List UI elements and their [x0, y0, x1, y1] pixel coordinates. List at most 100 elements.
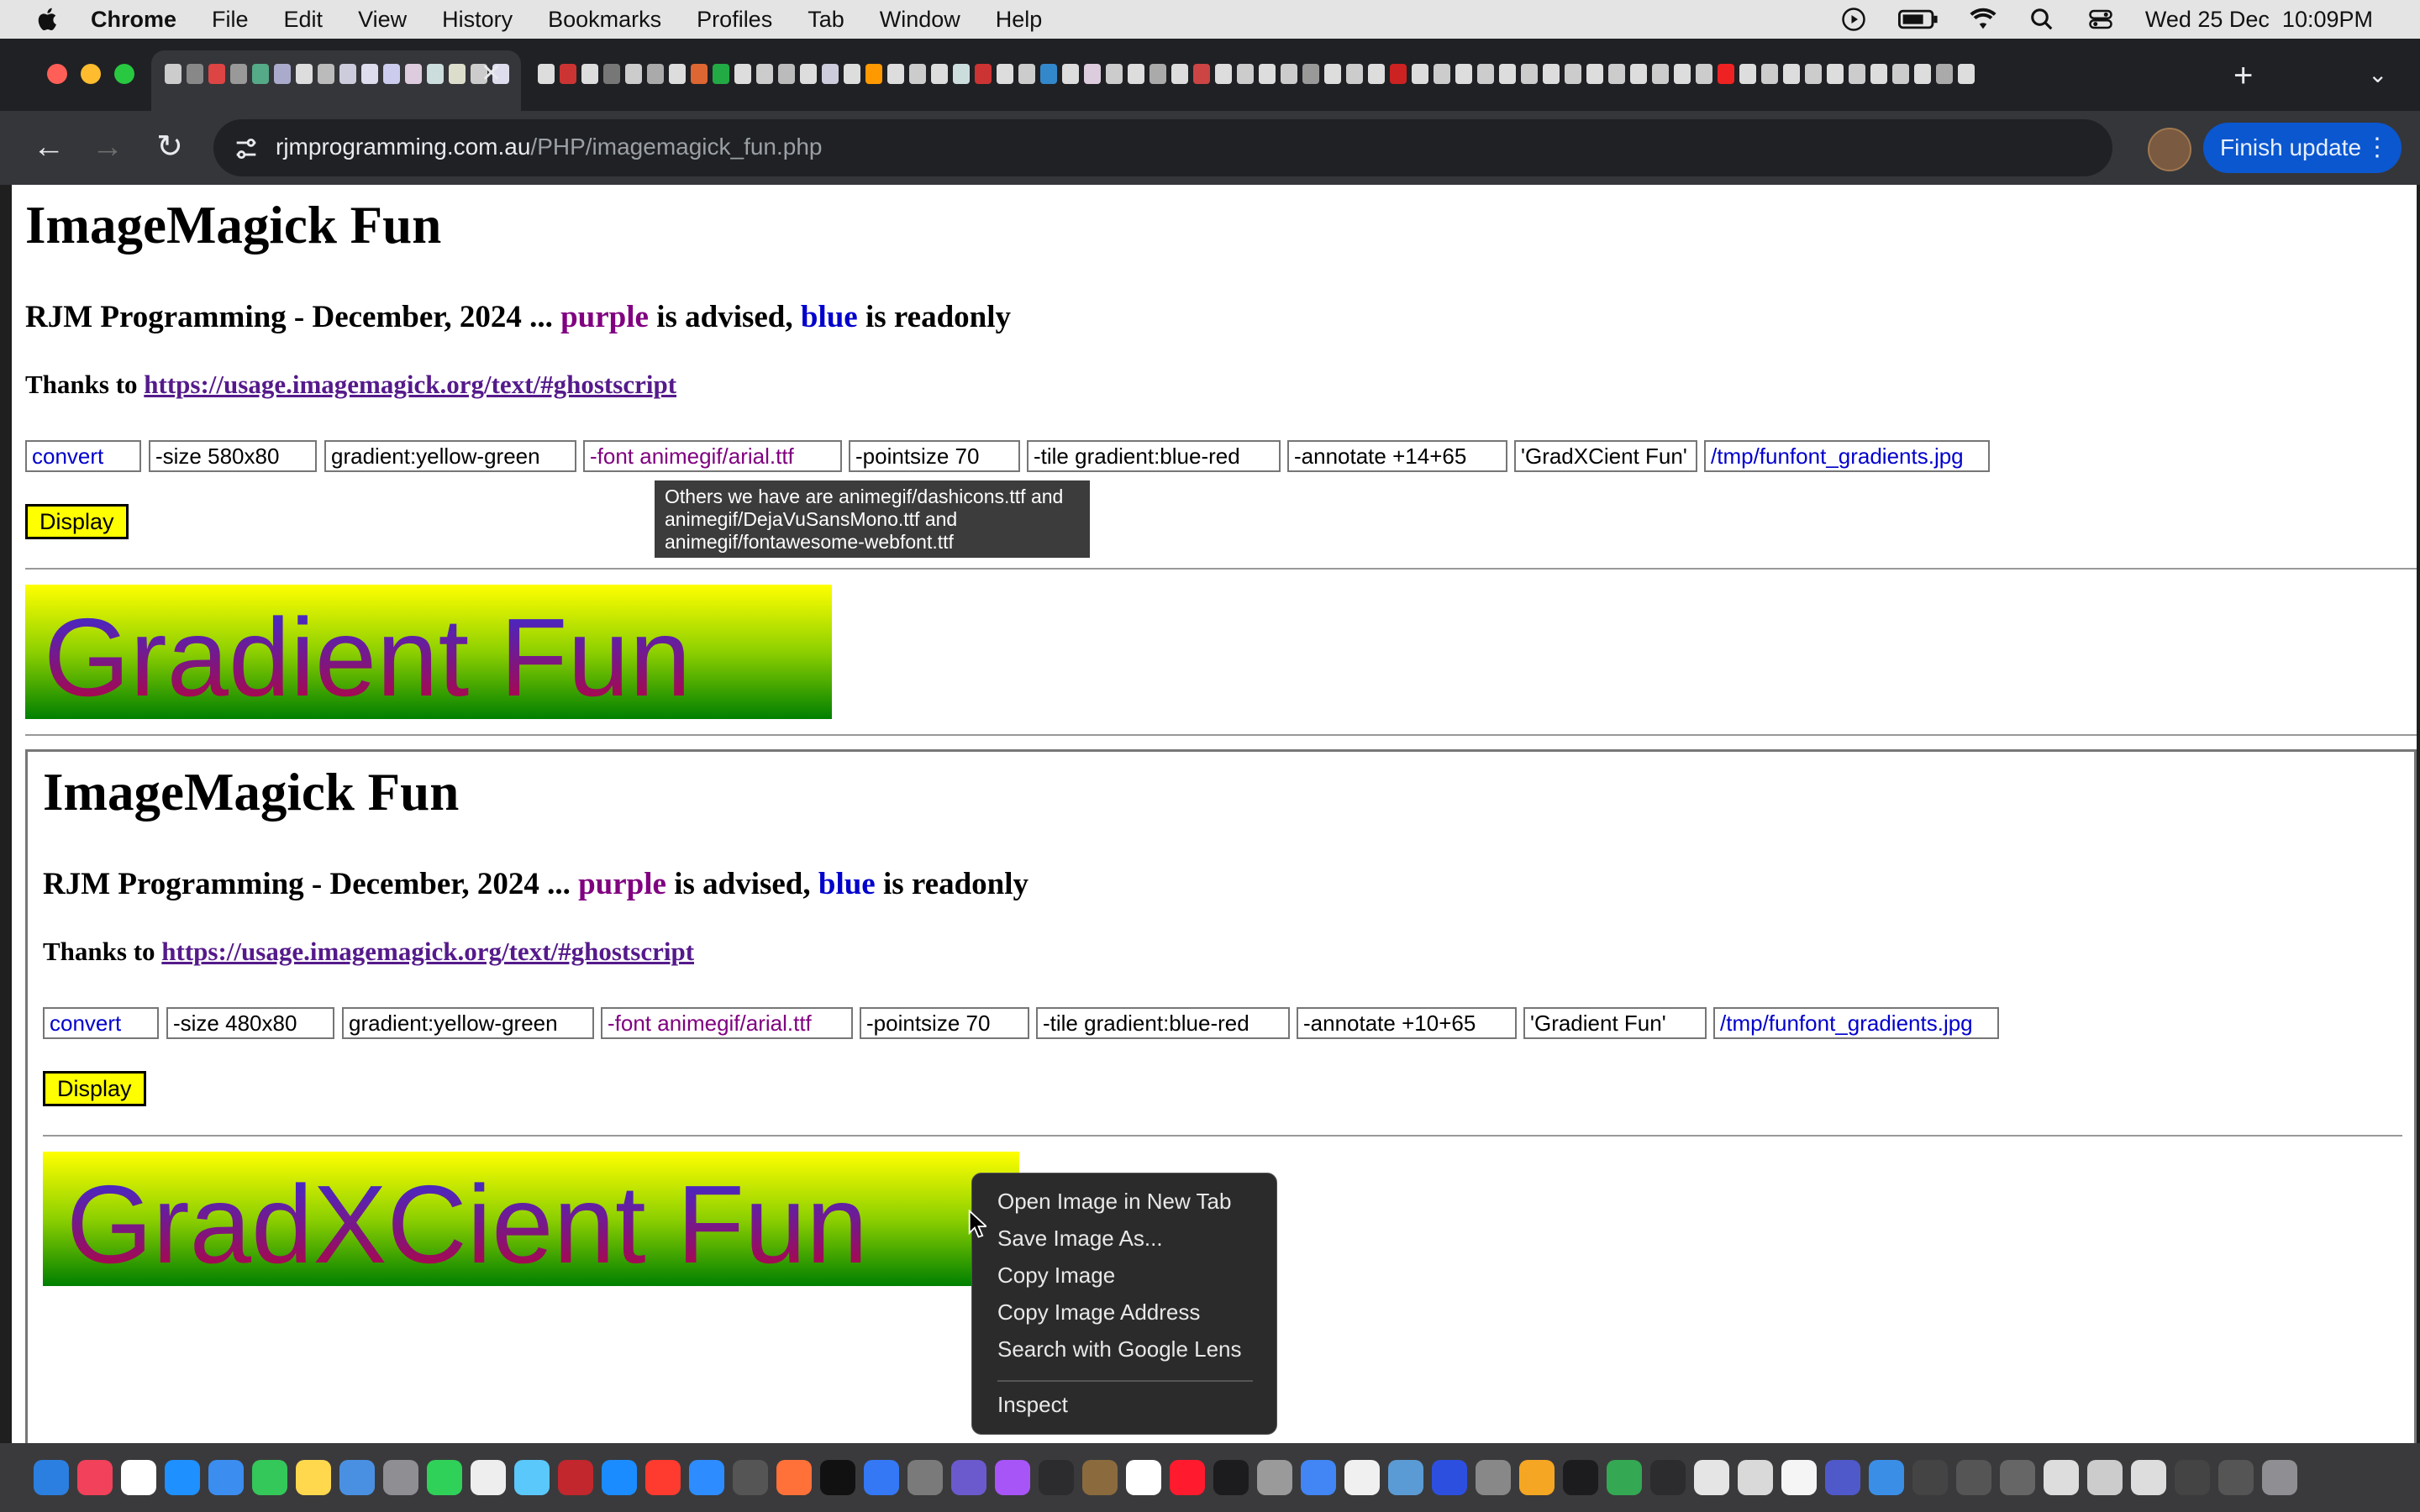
- iframe-pointsize-field[interactable]: -pointsize 70: [860, 1007, 1029, 1039]
- wifi-icon[interactable]: [1969, 7, 1997, 32]
- window-thumbnail-icon[interactable]: [2175, 1460, 2210, 1495]
- apple-tv-icon[interactable]: [820, 1460, 855, 1495]
- iframe-generated-gradient-image[interactable]: GradXCient Fun: [43, 1152, 1019, 1286]
- menu-file[interactable]: File: [212, 7, 249, 33]
- apple-logo-icon[interactable]: [34, 5, 62, 34]
- window-thumbnail-icon[interactable]: [2131, 1460, 2166, 1495]
- reload-button[interactable]: ↻: [150, 128, 190, 168]
- menu-profiles[interactable]: Profiles: [697, 7, 772, 33]
- iframe-annotate-field[interactable]: -annotate +10+65: [1297, 1007, 1517, 1039]
- zoom-icon[interactable]: [689, 1460, 724, 1495]
- messages-icon[interactable]: [252, 1460, 287, 1495]
- menu-open-image-new-tab[interactable]: Open Image in New Tab: [997, 1189, 1231, 1215]
- menu-save-image-as[interactable]: Save Image As...: [997, 1226, 1163, 1252]
- address-url[interactable]: rjmprogramming.com.au/PHP/imagemagick_fu…: [276, 134, 823, 160]
- inkscape-icon[interactable]: [1650, 1460, 1686, 1495]
- firefox-icon[interactable]: [776, 1460, 812, 1495]
- iframe-command-field-convert[interactable]: convert: [43, 1007, 159, 1039]
- battery-icon[interactable]: [1897, 7, 1939, 32]
- window-thumbnail-icon[interactable]: [2000, 1460, 2035, 1495]
- menu-edit[interactable]: Edit: [284, 7, 324, 33]
- output-path-field[interactable]: /tmp/funfont_gradients.jpg: [1704, 440, 1990, 472]
- profile-avatar[interactable]: [2148, 128, 2191, 171]
- safari-icon[interactable]: [165, 1460, 200, 1495]
- teams-icon[interactable]: [1825, 1460, 1860, 1495]
- facetime-icon[interactable]: [427, 1460, 462, 1495]
- finder-icon[interactable]: [34, 1460, 69, 1495]
- activity-monitor-icon[interactable]: [1563, 1460, 1598, 1495]
- pointsize-field[interactable]: -pointsize 70: [849, 440, 1020, 472]
- menu-view[interactable]: View: [358, 7, 407, 33]
- tile-field[interactable]: -tile gradient:blue-red: [1027, 440, 1281, 472]
- tab-search-chevron-icon[interactable]: ⌄: [2368, 60, 2387, 88]
- iframe-tile-field[interactable]: -tile gradient:blue-red: [1036, 1007, 1290, 1039]
- iframe-thanks-link[interactable]: https://usage.imagemagick.org/text/#ghos…: [161, 937, 694, 966]
- menubar-clock[interactable]: Wed 25 Dec 10:09PM: [2145, 7, 2373, 33]
- script-editor-icon[interactable]: [1738, 1460, 1773, 1495]
- thanks-link[interactable]: https://usage.imagemagick.org/text/#ghos…: [144, 370, 676, 399]
- filezilla-icon[interactable]: [558, 1460, 593, 1495]
- reminders-icon[interactable]: [121, 1460, 156, 1495]
- menu-tab[interactable]: Tab: [808, 7, 844, 33]
- forward-button[interactable]: →: [87, 128, 128, 168]
- intellij-icon[interactable]: [1432, 1460, 1467, 1495]
- annotate-field[interactable]: -annotate +14+65: [1287, 440, 1507, 472]
- mail-icon[interactable]: [208, 1460, 244, 1495]
- address-bar[interactable]: rjmprogramming.com.au/PHP/imagemagick_fu…: [213, 119, 2304, 176]
- other-tabs-favicons[interactable]: [538, 64, 1975, 86]
- podcasts-icon[interactable]: [995, 1460, 1030, 1495]
- finish-update-button[interactable]: Finish update ⋮: [2203, 123, 2402, 173]
- tab-close-icon[interactable]: ✕: [481, 59, 502, 88]
- iframe-size-field[interactable]: -size 480x80: [166, 1007, 334, 1039]
- menu-app-chrome[interactable]: Chrome: [91, 7, 176, 33]
- gradient-field[interactable]: gradient:yellow-green: [324, 440, 576, 472]
- preview-icon[interactable]: [339, 1460, 375, 1495]
- app-store-icon[interactable]: [602, 1460, 637, 1495]
- window-thumbnail-icon[interactable]: [1912, 1460, 1948, 1495]
- control-center-icon[interactable]: [2086, 7, 2115, 32]
- generated-gradient-image[interactable]: Gradient Fun: [25, 585, 832, 719]
- news-icon[interactable]: [645, 1460, 681, 1495]
- trash-icon[interactable]: [2262, 1460, 2297, 1495]
- chrome-icon[interactable]: [1301, 1460, 1336, 1495]
- back-button[interactable]: ←: [29, 128, 69, 168]
- archive-icon[interactable]: [1082, 1460, 1118, 1495]
- document-icon[interactable]: [1344, 1460, 1380, 1495]
- more-menu-icon[interactable]: ⋮: [2365, 123, 2390, 173]
- quicktime-icon[interactable]: [1388, 1460, 1423, 1495]
- window-zoom-button[interactable]: [114, 64, 134, 84]
- window-thumbnail-icon[interactable]: [2044, 1460, 2079, 1495]
- utility-icon[interactable]: [733, 1460, 768, 1495]
- music-icon[interactable]: [77, 1460, 113, 1495]
- textedit-icon[interactable]: [471, 1460, 506, 1495]
- iframe-display-button[interactable]: Display: [43, 1071, 146, 1106]
- pinned-tab-favicons[interactable]: [165, 64, 509, 86]
- launchpad-icon[interactable]: [383, 1460, 418, 1495]
- iframe-output-path-field[interactable]: /tmp/funfont_gradients.jpg: [1713, 1007, 1999, 1039]
- downloads-folder-icon[interactable]: [1869, 1460, 1904, 1495]
- menu-copy-image[interactable]: Copy Image: [997, 1263, 1115, 1289]
- site-info-icon[interactable]: [232, 134, 260, 163]
- system-utility-icon[interactable]: [908, 1460, 943, 1495]
- menu-inspect[interactable]: Inspect: [997, 1392, 1068, 1418]
- menu-search-google-lens[interactable]: Search with Google Lens: [997, 1336, 1242, 1362]
- window-close-button[interactable]: [47, 64, 67, 84]
- maps-icon[interactable]: [514, 1460, 550, 1495]
- gimp-icon[interactable]: [1694, 1460, 1729, 1495]
- iframe-gradient-field[interactable]: gradient:yellow-green: [342, 1007, 594, 1039]
- window-minimize-button[interactable]: [81, 64, 101, 84]
- iframe-font-field[interactable]: -font animegif/arial.ttf: [601, 1007, 853, 1039]
- play-circle-icon[interactable]: [1839, 7, 1868, 32]
- spotlight-search-icon[interactable]: [2028, 7, 2056, 32]
- window-thumbnail-icon[interactable]: [2087, 1460, 2123, 1495]
- pages-icon[interactable]: [1781, 1460, 1817, 1495]
- opera-icon[interactable]: [1170, 1460, 1205, 1495]
- console-icon[interactable]: [1213, 1460, 1249, 1495]
- command-field-convert[interactable]: convert: [25, 440, 141, 472]
- notes-icon[interactable]: [296, 1460, 331, 1495]
- menu-window[interactable]: Window: [880, 7, 960, 33]
- menu-history[interactable]: History: [442, 7, 513, 33]
- menu-bookmarks[interactable]: Bookmarks: [548, 7, 661, 33]
- calendar-icon[interactable]: [1126, 1460, 1161, 1495]
- system-settings-icon[interactable]: [1476, 1460, 1511, 1495]
